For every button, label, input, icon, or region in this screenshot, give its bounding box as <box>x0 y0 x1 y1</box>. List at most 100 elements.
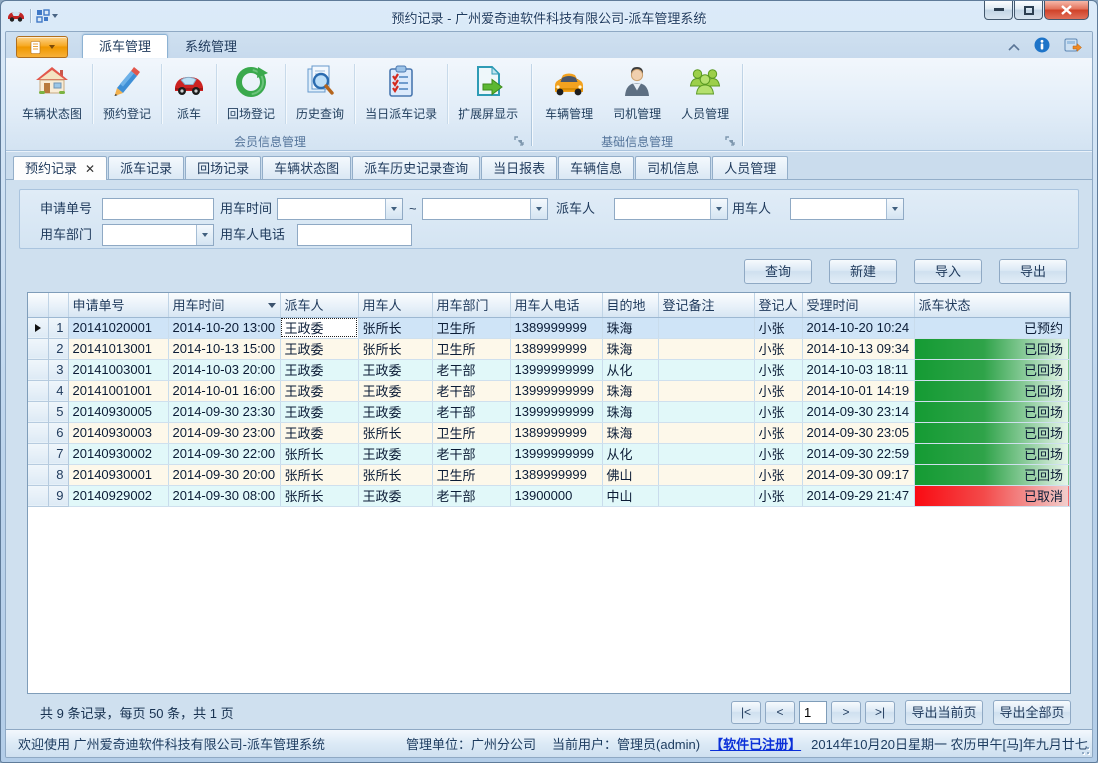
cell-time[interactable]: 2014-09-30 08:00 <box>168 485 280 506</box>
column-header[interactable]: 用车部门 <box>432 293 510 317</box>
row-indicator-cell[interactable] <box>28 380 48 401</box>
cell-note[interactable] <box>658 401 754 422</box>
column-header[interactable]: 派车状态 <box>914 293 1070 317</box>
personnel-manage-button[interactable]: 人员管理 <box>671 60 739 128</box>
cell-registrar[interactable]: 小张 <box>754 359 802 380</box>
prev-page-button[interactable]: < <box>765 701 795 724</box>
cell-dispatcher[interactable]: 王政委 <box>280 359 358 380</box>
cell-phone[interactable]: 1389999999 <box>510 422 602 443</box>
cell-dispatcher[interactable]: 王政委 <box>280 380 358 401</box>
dispatch-button[interactable]: 派车 <box>162 60 216 128</box>
dialog-launcher-icon[interactable] <box>514 136 525 147</box>
row-indicator-cell[interactable] <box>28 338 48 359</box>
cell-note[interactable] <box>658 317 754 338</box>
cell-user[interactable]: 王政委 <box>358 485 432 506</box>
cell-dest[interactable]: 珠海 <box>602 338 658 359</box>
combo-dropdown-button[interactable] <box>530 199 547 219</box>
cell-dispatcher[interactable]: 张所长 <box>280 485 358 506</box>
cell-req[interactable]: 20141020001 <box>68 317 168 338</box>
cell-accepted[interactable]: 2014-09-30 09:17 <box>802 464 914 485</box>
ribbon-tab-dispatch-management[interactable]: 派车管理 <box>82 34 168 58</box>
reservation-register-button[interactable]: 预约登记 <box>93 60 161 128</box>
cell-user[interactable]: 王政委 <box>358 443 432 464</box>
row-indicator-cell[interactable] <box>28 317 48 338</box>
minimize-button[interactable] <box>984 1 1013 20</box>
table-row[interactable]: 8201409300012014-09-30 20:00张所长张所长卫生所138… <box>28 464 1070 485</box>
cell-status[interactable]: 已回场 <box>914 401 1070 422</box>
cell-dispatcher[interactable]: 张所长 <box>280 464 358 485</box>
car-user-combobox[interactable] <box>790 198 904 220</box>
cell-dest[interactable]: 珠海 <box>602 380 658 401</box>
column-header[interactable]: 派车人 <box>280 293 358 317</box>
cell-dispatcher[interactable]: 王政委 <box>280 422 358 443</box>
cell-req[interactable]: 20140930003 <box>68 422 168 443</box>
maximize-button[interactable] <box>1014 1 1043 20</box>
doc-tab-daily-report[interactable]: 当日报表 <box>481 156 557 180</box>
new-button[interactable]: 新建 <box>829 259 897 284</box>
cell-time[interactable]: 2014-09-30 23:00 <box>168 422 280 443</box>
cell-status[interactable]: 已回场 <box>914 464 1070 485</box>
cell-accepted[interactable]: 2014-10-13 09:34 <box>802 338 914 359</box>
row-number-cell[interactable]: 7 <box>48 443 68 464</box>
cell-dept[interactable]: 卫生所 <box>432 422 510 443</box>
export-all-pages-button[interactable]: 导出全部页 <box>993 700 1071 725</box>
cell-dept[interactable]: 老干部 <box>432 401 510 422</box>
cell-registrar[interactable]: 小张 <box>754 464 802 485</box>
combo-dropdown-button[interactable] <box>886 199 903 219</box>
doc-tab-vehicle-info[interactable]: 车辆信息 <box>558 156 634 180</box>
page-number-input[interactable] <box>799 701 827 724</box>
cell-dest[interactable]: 珠海 <box>602 422 658 443</box>
table-row[interactable]: 7201409300022014-09-30 22:00张所长王政委老干部139… <box>28 443 1070 464</box>
row-number-cell[interactable]: 2 <box>48 338 68 359</box>
import-button[interactable]: 导入 <box>914 259 982 284</box>
cell-registrar[interactable]: 小张 <box>754 401 802 422</box>
application-menu-button[interactable] <box>16 36 68 58</box>
row-number-cell[interactable]: 8 <box>48 464 68 485</box>
cell-status[interactable]: 已回场 <box>914 422 1070 443</box>
cell-time[interactable]: 2014-09-30 23:30 <box>168 401 280 422</box>
cell-dest[interactable]: 从化 <box>602 443 658 464</box>
cell-note[interactable] <box>658 485 754 506</box>
row-number-cell[interactable]: 5 <box>48 401 68 422</box>
row-indicator-cell[interactable] <box>28 401 48 422</box>
use-time-from-combobox[interactable] <box>277 198 403 220</box>
doc-tab-personnel-manage[interactable]: 人员管理 <box>712 156 788 180</box>
column-header[interactable]: 目的地 <box>602 293 658 317</box>
doc-tab-return-records[interactable]: 回场记录 <box>185 156 261 180</box>
cell-req[interactable]: 20140930002 <box>68 443 168 464</box>
table-row[interactable]: 6201409300032014-09-30 23:00王政委张所长卫生所138… <box>28 422 1070 443</box>
cell-note[interactable] <box>658 359 754 380</box>
column-header[interactable]: 用车时间 <box>168 293 280 317</box>
close-tab-icon[interactable]: ✕ <box>85 163 95 175</box>
column-header[interactable]: 用车人 <box>358 293 432 317</box>
row-indicator-cell[interactable] <box>28 359 48 380</box>
doc-tab-vehicle-status-map[interactable]: 车辆状态图 <box>262 156 351 180</box>
row-indicator-header[interactable] <box>28 293 48 317</box>
cell-dest[interactable]: 佛山 <box>602 464 658 485</box>
cell-time[interactable]: 2014-10-03 20:00 <box>168 359 280 380</box>
cell-status[interactable]: 已回场 <box>914 338 1070 359</box>
table-row[interactable]: 2201410130012014-10-13 15:00王政委张所长卫生所138… <box>28 338 1070 359</box>
cell-req[interactable]: 20141003001 <box>68 359 168 380</box>
cell-dept[interactable]: 卫生所 <box>432 317 510 338</box>
extended-screen-button[interactable]: 扩展屏显示 <box>448 60 528 128</box>
cell-registrar[interactable]: 小张 <box>754 317 802 338</box>
cell-registrar[interactable]: 小张 <box>754 485 802 506</box>
row-indicator-cell[interactable] <box>28 464 48 485</box>
cell-time[interactable]: 2014-10-13 15:00 <box>168 338 280 359</box>
row-number-header[interactable] <box>48 293 68 317</box>
request-no-input[interactable] <box>102 198 214 220</box>
cell-dispatcher[interactable]: 王政委 <box>280 338 358 359</box>
cell-dept[interactable]: 卫生所 <box>432 338 510 359</box>
phone-input[interactable] <box>297 224 412 246</box>
first-page-button[interactable]: |< <box>731 701 761 724</box>
cell-req[interactable]: 20140930001 <box>68 464 168 485</box>
ribbon-tab-system-management[interactable]: 系统管理 <box>168 34 254 58</box>
collapse-ribbon-chevron-icon[interactable] <box>1008 39 1020 54</box>
cell-phone[interactable]: 1389999999 <box>510 338 602 359</box>
cell-dest[interactable]: 中山 <box>602 485 658 506</box>
cell-status[interactable]: 已回场 <box>914 443 1070 464</box>
doc-tab-dispatch-records[interactable]: 派车记录 <box>108 156 184 180</box>
cell-dept[interactable]: 老干部 <box>432 359 510 380</box>
cell-dispatcher[interactable]: 王政委 <box>280 401 358 422</box>
